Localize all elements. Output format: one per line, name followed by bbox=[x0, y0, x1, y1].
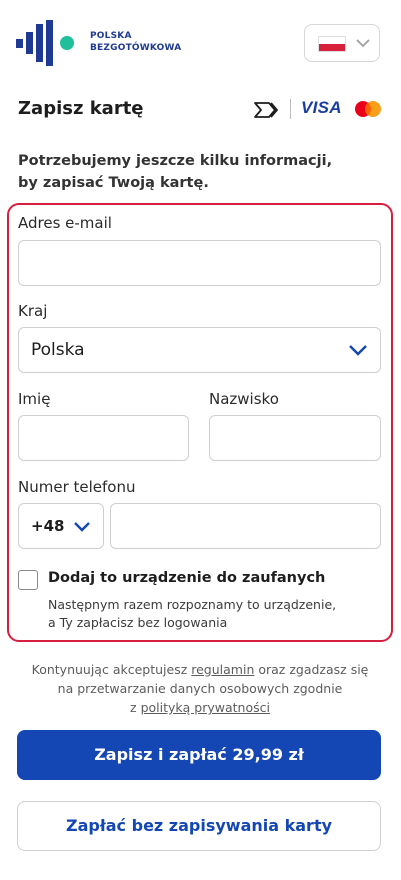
logo-text: POLSKA BEZGOTÓWKOWA bbox=[90, 31, 182, 53]
first-name-label: Imię bbox=[18, 390, 51, 408]
terms-link[interactable]: regulamin bbox=[191, 662, 254, 677]
last-name-label: Nazwisko bbox=[209, 390, 279, 408]
header: POLSKA BEZGOTÓWKOWA bbox=[0, 0, 401, 84]
mastercard-icon bbox=[355, 101, 381, 117]
last-name-field[interactable] bbox=[209, 415, 381, 461]
card-brands: VISA bbox=[253, 98, 383, 122]
phone-prefix-select[interactable]: +48 bbox=[18, 503, 104, 549]
country-label: Kraj bbox=[18, 302, 48, 320]
polska-bezgotowkowa-logo: POLSKA BEZGOTÓWKOWA bbox=[16, 20, 216, 68]
brand-divider bbox=[290, 99, 291, 119]
phone-label: Numer telefonu bbox=[18, 478, 136, 496]
country-select[interactable]: Polska bbox=[18, 327, 381, 373]
trusted-device-checkbox[interactable] bbox=[18, 570, 38, 590]
pay-without-saving-button[interactable]: Zapłać bez zapisywania karty bbox=[17, 801, 381, 851]
chevron-down-icon bbox=[349, 345, 367, 356]
page-title: Zapisz kartę bbox=[18, 98, 144, 119]
save-and-pay-button[interactable]: Zapisz i zapłać 29,99 zł bbox=[17, 730, 381, 780]
chevron-down-icon bbox=[74, 522, 90, 532]
language-selector[interactable] bbox=[304, 24, 380, 62]
country-value: Polska bbox=[31, 340, 85, 360]
card-scan-icon bbox=[254, 102, 279, 118]
info-text: Potrzebujemy jeszcze kilku informacji, b… bbox=[18, 153, 333, 191]
trusted-device-hint: Następnym razem rozpoznamy to urządzenie… bbox=[48, 597, 337, 630]
title-row: Zapisz kartę VISA bbox=[18, 96, 383, 124]
flag-pl-icon bbox=[318, 36, 346, 52]
first-name-field[interactable] bbox=[18, 415, 189, 461]
visa-logo: VISA bbox=[301, 98, 342, 117]
email-field[interactable] bbox=[18, 240, 381, 286]
phone-prefix-value: +48 bbox=[31, 517, 65, 535]
trusted-device-label[interactable]: Dodaj to urządzenie do zaufanych bbox=[48, 570, 325, 586]
consent-text: Kontynuując akceptujesz regulamin oraz z… bbox=[31, 662, 369, 715]
chevron-down-icon bbox=[356, 39, 370, 48]
logo-mark-icon bbox=[16, 20, 74, 66]
phone-field[interactable] bbox=[110, 503, 381, 549]
email-label: Adres e-mail bbox=[18, 214, 112, 232]
privacy-policy-link[interactable]: polityką prywatności bbox=[141, 700, 270, 715]
